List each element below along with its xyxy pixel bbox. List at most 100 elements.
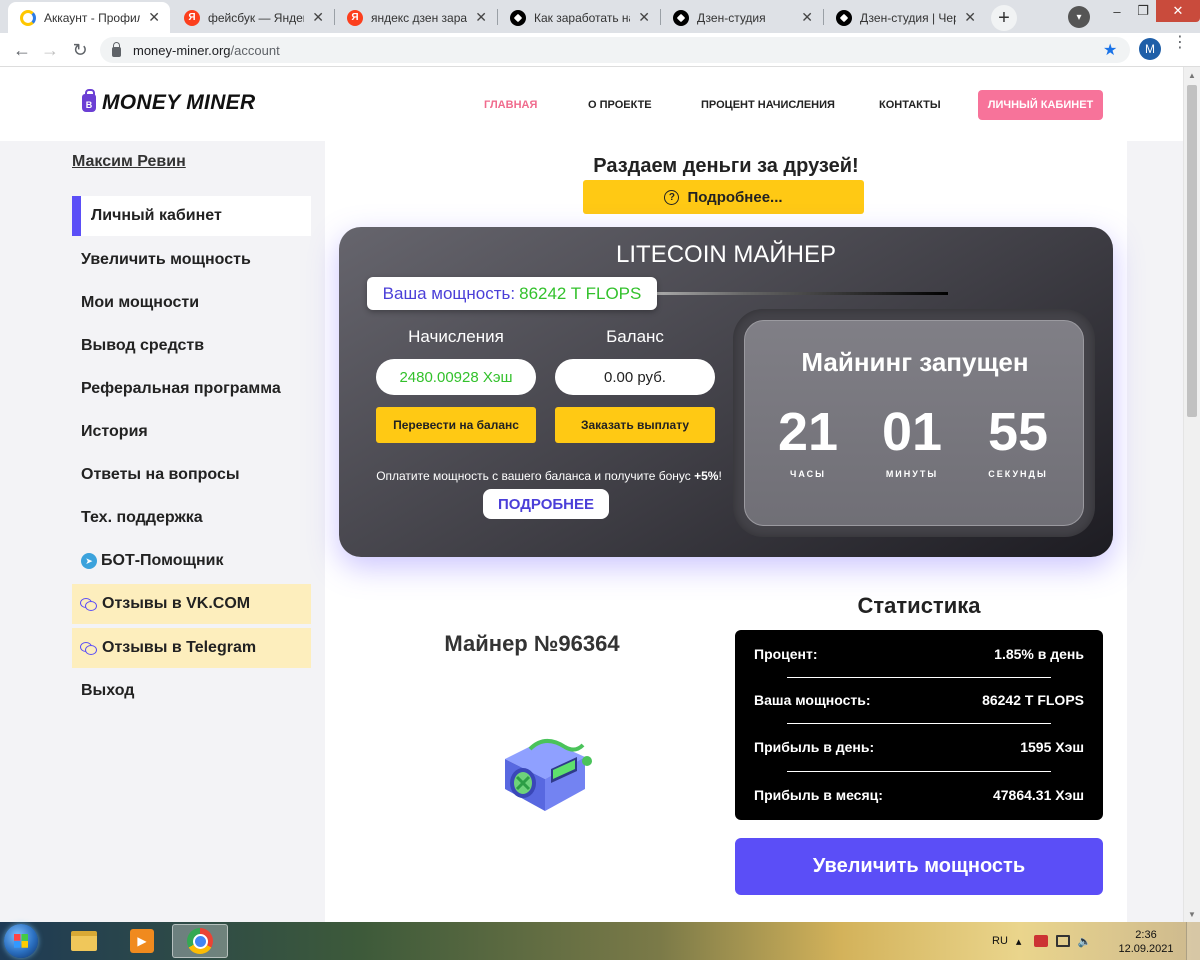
tab-title: Дзен-студия (697, 10, 766, 25)
promo-more-label: Подробнее... (687, 188, 783, 206)
sidebar-item-logout[interactable]: Выход (72, 671, 311, 711)
stat-label: Процент: (754, 646, 818, 662)
sidebar-item-increase-power[interactable]: Увеличить мощность (72, 240, 311, 280)
transfer-to-balance-button[interactable]: Перевести на баланс (376, 407, 536, 443)
tab-title: яндекс дзен зарабо (371, 10, 468, 25)
mining-timer-panel: Майнинг запущен 21 01 55 часы минуты сек… (744, 320, 1084, 526)
tab-close-icon[interactable]: ✕ (801, 9, 813, 26)
scrollbar-thumb[interactable] (1187, 85, 1197, 417)
bonus-percent: +5% (694, 469, 719, 483)
bonus-suffix: ! (718, 469, 722, 483)
stats-title: Статистика (857, 593, 981, 618)
maximize-icon[interactable]: ❐ (1126, 0, 1160, 22)
sidebar-item-reviews-telegram[interactable]: Отзывы в Telegram (72, 628, 311, 668)
action-center-icon[interactable] (1033, 935, 1048, 947)
order-payout-button[interactable]: Заказать выплату (555, 407, 715, 443)
promo-more-button[interactable]: ? Подробнее... (583, 180, 864, 214)
timer-hours: 21 (777, 402, 839, 462)
logo-text: MONEY MINER (102, 91, 256, 114)
browser-tab[interactable]: Я яндекс дзен зарабо ✕ (335, 2, 497, 33)
network-icon[interactable] (1055, 935, 1070, 947)
tab-title: Дзен-студия | Черн (860, 10, 957, 25)
language-indicator[interactable]: RU (992, 935, 1008, 947)
browser-tab-strip: Аккаунт - Профиль ✕ Я фейсбук — Яндекс ✕… (0, 0, 1200, 33)
zen-favicon-icon (510, 9, 526, 26)
page-scrollbar[interactable]: ▲ ▼ (1183, 67, 1200, 922)
browser-tab[interactable]: Дзен-студия | Черн ✕ (824, 2, 986, 33)
profile-avatar[interactable]: M (1139, 38, 1161, 60)
personal-cabinet-button[interactable]: ЛИЧНЫЙ КАБИНЕТ (978, 90, 1103, 120)
sidebar-item-label: Вывод средств (81, 337, 205, 354)
show-desktop-button[interactable] (1186, 922, 1200, 960)
window-close-icon[interactable]: ✕ (1156, 0, 1200, 22)
tab-close-icon[interactable]: ✕ (638, 9, 650, 26)
accruals-label: Начисления (408, 327, 504, 346)
sidebar-item-support[interactable]: Тех. поддержка (72, 498, 311, 538)
tab-search-icon[interactable]: ▾ (1068, 6, 1090, 28)
mining-timer: Майнинг запущен 21 01 55 часы минуты сек… (733, 309, 1095, 537)
sidebar-item-withdraw[interactable]: Вывод средств (72, 326, 311, 366)
new-tab-button[interactable]: + (991, 5, 1017, 31)
clock-time: 2:36 (1135, 929, 1157, 941)
stat-divider (787, 723, 1051, 724)
bonus-more-button[interactable]: ПОДРОБНЕЕ (483, 489, 609, 519)
power-value: 86242 T FLOPS (519, 283, 642, 303)
forward-arrow-icon[interactable]: → (38, 38, 62, 62)
nav-link-rates[interactable]: ПРОЦЕНТ НАЧИСЛЕНИЯ (701, 99, 835, 111)
start-button[interactable] (4, 924, 38, 958)
sidebar-item-label: Отзывы в VK.COM (102, 595, 251, 612)
power-label: Ваша мощность: (382, 283, 516, 303)
tab-close-icon[interactable]: ✕ (312, 9, 324, 26)
sidebar-item-label: Реферальная программа (81, 380, 281, 397)
miner-name: Майнер №96364 (444, 631, 620, 656)
tray-arrow-icon[interactable]: ▴ (1016, 935, 1026, 948)
timer-hours-label: часы (790, 469, 826, 479)
scroll-up-icon[interactable]: ▲ (1184, 67, 1200, 83)
chat-bubbles-icon (80, 597, 97, 611)
sidebar-item-referral[interactable]: Реферальная программа (72, 369, 311, 409)
sidebar-item-history[interactable]: История (72, 412, 311, 452)
tab-close-icon[interactable]: ✕ (964, 9, 976, 26)
balance-value: 0.00 руб. (555, 359, 715, 395)
scroll-down-icon[interactable]: ▼ (1184, 906, 1200, 922)
money-miner-favicon-icon (20, 9, 36, 26)
increase-power-button[interactable]: Увеличить мощность (735, 838, 1103, 895)
browser-tab[interactable]: Как заработать на Я ✕ (498, 2, 660, 33)
promo-title: Раздаем деньги за друзей! (593, 155, 859, 177)
stat-value: 1.85% в день (994, 646, 1084, 662)
tab-close-icon[interactable]: ✕ (148, 9, 160, 26)
browser-menu-icon[interactable]: ⋮ (1172, 35, 1188, 51)
sidebar-item-cabinet[interactable]: Личный кабинет (72, 196, 311, 236)
clock-date: 12.09.2021 (1118, 943, 1174, 955)
taskbar-explorer[interactable] (56, 924, 112, 958)
tab-close-icon[interactable]: ✕ (475, 9, 487, 26)
telegram-icon: ➤ (81, 553, 97, 569)
bookmark-star-icon[interactable]: ★ (1103, 40, 1117, 60)
user-name-link[interactable]: Максим Ревин (72, 153, 186, 171)
money-bag-icon: B (82, 89, 96, 112)
sidebar-item-bot[interactable]: ➤ БОТ-Помощник (72, 541, 311, 581)
site-logo[interactable]: B MONEY MINER (82, 89, 256, 115)
browser-tab[interactable]: Я фейсбук — Яндекс ✕ (172, 2, 334, 33)
back-arrow-icon[interactable]: ← (10, 38, 34, 62)
accruals-value: 2480.00928 Хэш (376, 359, 536, 395)
yandex-favicon-icon: Я (184, 9, 200, 26)
nav-link-contacts[interactable]: КОНТАКТЫ (879, 99, 941, 111)
browser-tab-active[interactable]: Аккаунт - Профиль ✕ (8, 2, 170, 33)
stat-divider (787, 771, 1051, 772)
sidebar-item-my-power[interactable]: Мои мощности (72, 283, 311, 323)
sidebar-item-faq[interactable]: Ответы на вопросы (72, 455, 311, 495)
nav-link-about[interactable]: О ПРОЕКТЕ (588, 99, 652, 111)
address-bar[interactable]: money-miner.org/account (100, 37, 1130, 63)
stat-row-percent: Процент: 1.85% в день (754, 646, 1084, 662)
taskbar-clock[interactable]: 2:36 12.09.2021 (1118, 928, 1174, 956)
reload-icon[interactable]: ↻ (68, 38, 92, 62)
taskbar-chrome[interactable] (172, 924, 228, 958)
sidebar-item-reviews-vk[interactable]: Отзывы в VK.COM (72, 584, 311, 624)
taskbar-media-player[interactable]: ▶ (114, 924, 170, 958)
volume-icon[interactable]: 🔈 (1078, 935, 1092, 948)
url-host: money-miner.org (133, 42, 231, 58)
sidebar-item-label: Отзывы в Telegram (102, 639, 257, 656)
browser-tab[interactable]: Дзен-студия ✕ (661, 2, 823, 33)
nav-link-home[interactable]: ГЛАВНАЯ (484, 99, 537, 111)
